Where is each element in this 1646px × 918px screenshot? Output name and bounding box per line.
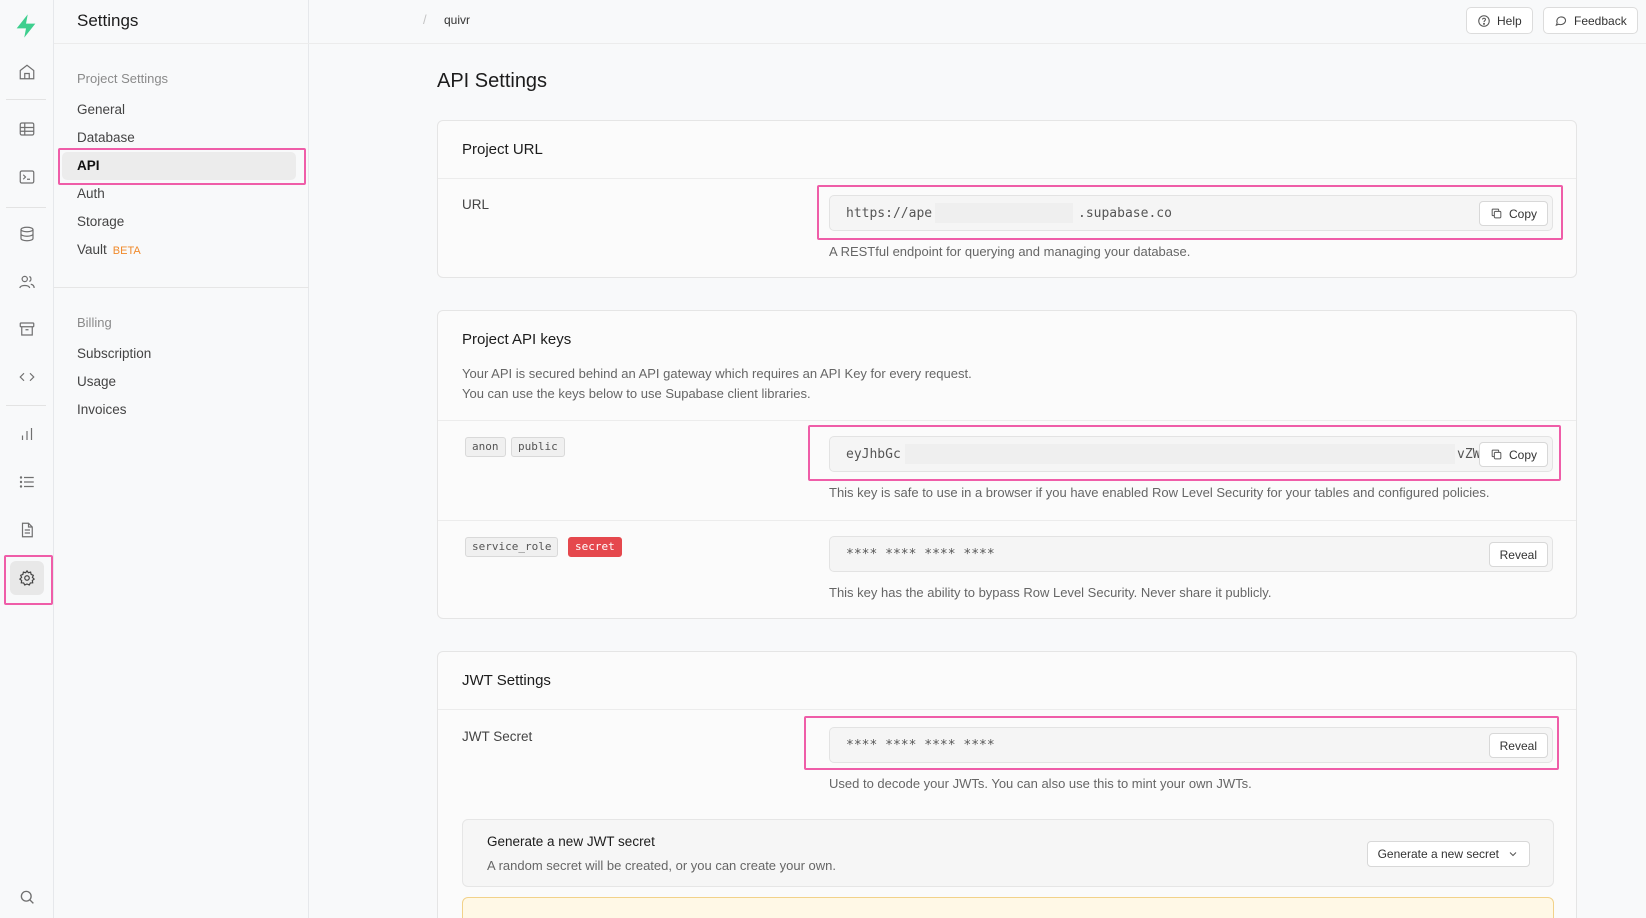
jwt-secret-label: JWT Secret [462, 729, 533, 744]
anon-tag: anon [465, 437, 506, 457]
redacted-area [905, 444, 1455, 464]
sidebar-item-invoices[interactable]: Invoices [62, 396, 296, 424]
api-icon[interactable] [10, 360, 44, 394]
chat-bubble-icon [1555, 15, 1567, 26]
copy-icon [1491, 208, 1502, 219]
secret-tag: secret [568, 537, 622, 557]
sidebar-item-vault[interactable]: Vault BETA [62, 236, 296, 264]
supabase-logo[interactable] [12, 12, 40, 40]
card-title: Project API keys [462, 331, 572, 348]
help-label: Help [1497, 13, 1522, 28]
copy-label: Copy [1508, 206, 1537, 221]
icon-rail [0, 0, 54, 918]
reveal-jwt-secret-button[interactable]: Reveal [1488, 733, 1548, 758]
service-role-key-field[interactable]: **** **** **** **** Reveal [829, 536, 1553, 572]
api-keys-description-1: Your API is secured behind an API gatewa… [462, 366, 972, 381]
beta-badge: BETA [112, 245, 141, 257]
search-icon[interactable] [10, 880, 44, 914]
copy-label: Copy [1508, 447, 1537, 462]
service-role-masked: **** **** **** **** [846, 547, 995, 562]
service-role-description: This key has the ability to bypass Row L… [829, 585, 1272, 600]
help-button[interactable]: Help [1466, 7, 1533, 34]
card-title: Project URL [462, 141, 543, 158]
url-value-start: https://ape [846, 206, 933, 221]
url-field[interactable]: https://ape .supabase.co Copy [829, 195, 1553, 231]
home-icon[interactable] [10, 55, 44, 89]
storage-icon[interactable] [10, 312, 44, 346]
generate-jwt-subtitle: A random secret will be created, or you … [487, 858, 837, 873]
public-tag: public [511, 437, 565, 457]
sidebar-item-database[interactable]: Database [62, 124, 296, 152]
reports-icon[interactable] [10, 417, 44, 451]
service-role-tag: service_role [465, 537, 559, 557]
jwt-secret-field[interactable]: **** **** **** **** Reveal [829, 727, 1553, 763]
chevron-down-icon [1509, 852, 1517, 857]
copy-icon [1491, 449, 1502, 460]
users-icon[interactable] [10, 265, 44, 299]
copy-url-button[interactable]: Copy [1478, 201, 1548, 226]
feedback-button[interactable]: Feedback [1543, 7, 1638, 34]
help-icon [1478, 14, 1490, 27]
generate-new-secret-label: Generate a new secret [1377, 847, 1499, 861]
sidebar-group-title: Billing [77, 315, 112, 330]
database-icon[interactable] [10, 217, 44, 251]
sidebar-item-storage[interactable]: Storage [62, 208, 296, 236]
anon-key-value-end: vZW [1457, 447, 1481, 462]
sidebar-group-title: Project Settings [77, 71, 169, 86]
anon-key-description: This key is safe to use in a browser if … [829, 485, 1490, 500]
url-label: URL [462, 197, 490, 212]
jwt-secret-masked: **** **** **** **** [846, 738, 995, 753]
breadcrumb-project[interactable]: quivr [444, 13, 470, 27]
url-description: A RESTful endpoint for querying and mana… [829, 244, 1191, 259]
settings-icon[interactable] [10, 561, 44, 595]
sidebar-item-api[interactable]: API [62, 152, 296, 180]
project-api-keys-card: Project API keys Your API is secured beh… [437, 310, 1577, 619]
jwt-settings-card: JWT Settings JWT Secret **** **** **** *… [437, 651, 1577, 918]
settings-sidebar: Settings Project Settings General Databa… [54, 0, 309, 918]
reveal-label: Reveal [1499, 547, 1537, 562]
breadcrumb-separator: / [423, 12, 427, 27]
sidebar-item-usage[interactable]: Usage [62, 368, 296, 396]
logs-icon[interactable] [10, 465, 44, 499]
sidebar-title: Settings [77, 11, 139, 30]
sidebar-item-subscription[interactable]: Subscription [62, 340, 296, 368]
generate-new-secret-dropdown[interactable]: Generate a new secret [1366, 841, 1530, 867]
reveal-service-key-button[interactable]: Reveal [1488, 542, 1548, 567]
project-url-card: Project URL URL https://ape .supabase.co… [437, 120, 1577, 278]
table-editor-icon[interactable] [10, 112, 44, 146]
sidebar-item-general[interactable]: General [62, 96, 296, 124]
page-title: API Settings [437, 70, 548, 92]
url-value-end: .supabase.co [1078, 206, 1172, 221]
generate-jwt-secret-panel: Generate a new JWT secret A random secre… [462, 819, 1554, 887]
api-keys-description-2: You can use the keys below to use Supaba… [462, 386, 811, 401]
docs-icon[interactable] [10, 513, 44, 547]
top-bar: / quivr Help Feedback [309, 0, 1646, 44]
anon-key-field[interactable]: eyJhbGc vZW Copy [829, 436, 1553, 472]
copy-anon-key-button[interactable]: Copy [1478, 442, 1548, 467]
feedback-label: Feedback [1574, 13, 1627, 28]
sidebar-item-label: Vault [77, 242, 107, 257]
anon-key-value-start: eyJhbGc [846, 447, 901, 462]
redacted-area [935, 203, 1073, 223]
generate-jwt-title: Generate a new JWT secret [487, 834, 655, 849]
jwt-secret-description: Used to decode your JWTs. You can also u… [829, 776, 1252, 791]
warning-panel [462, 897, 1554, 918]
sql-editor-icon[interactable] [10, 160, 44, 194]
reveal-label: Reveal [1499, 738, 1537, 753]
card-title: JWT Settings [462, 672, 551, 689]
sidebar-item-auth[interactable]: Auth [62, 180, 296, 208]
